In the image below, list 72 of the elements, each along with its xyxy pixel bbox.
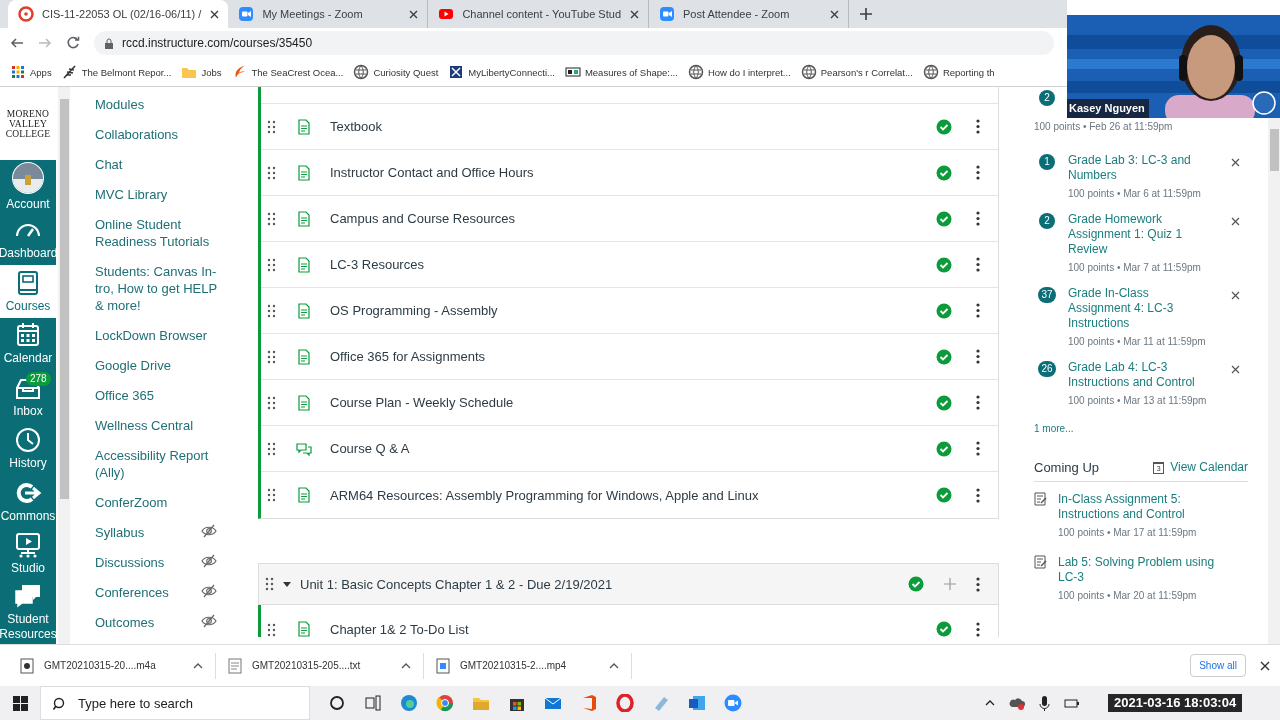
- count-badge: 278: [26, 371, 51, 386]
- bookmark[interactable]: MyLibertyConnecti...: [448, 64, 555, 80]
- course-nav-link[interactable]: Students: Canvas In-tro, How to get HELP & more!: [95, 263, 217, 314]
- module-item-title[interactable]: ARM64 Resources: Assembly Programming for Windows, Apple and Linux: [330, 487, 936, 503]
- course-nav-link[interactable]: Office 365: [95, 387, 217, 404]
- course-nav-link[interactable]: Collaborations: [95, 126, 217, 143]
- course-nav-link[interactable]: Conferences: [95, 584, 197, 601]
- college-logo: MORENO VALLEY COLLEGE: [0, 87, 56, 161]
- bookmark[interactable]: Curiosity Quest: [353, 64, 439, 80]
- module-item-title[interactable]: Instructor Contact and Office Hours: [330, 165, 936, 180]
- bookmark[interactable]: The SeaCrest Ocea...: [231, 64, 344, 80]
- todo-link[interactable]: Grade In-Class Assignment 4: LC-3 Instructions: [1068, 286, 1213, 331]
- course-nav-link[interactable]: Modules: [95, 96, 217, 113]
- bookmark[interactable]: Jobs: [181, 64, 222, 80]
- assignment-link[interactable]: Lab 5: Solving Problem using LC-3: [1058, 555, 1233, 585]
- browser-tab[interactable]: CIS-11-22053 OL (02/16-06/11) /: [8, 0, 229, 28]
- todo-meta: 100 points • Mar 13 at 11:59pm: [1068, 394, 1208, 407]
- section-heading: Coming Up: [1034, 460, 1100, 475]
- todo-link[interactable]: Grade Lab 3: LC-3 and Numbers: [1068, 153, 1213, 183]
- todo-link[interactable]: Grade Homework Assignment 1: Quiz 1 Review: [1068, 212, 1213, 257]
- participant-name: Kasey Nguyen: [1067, 99, 1149, 118]
- count-badge: 2: [1039, 213, 1055, 229]
- course-nav-link[interactable]: Google Drive: [95, 357, 217, 374]
- todo-meta: 100 points • Mar 11 at 11:59pm: [1068, 335, 1207, 348]
- assignment-link[interactable]: In-Class Assignment 5: Instructions and Control: [1058, 492, 1233, 522]
- recording-timestamp: 2021-03-16 18:03:04: [1108, 694, 1243, 712]
- download-item[interactable]: GMT20210315-2....mp4: [460, 660, 599, 671]
- course-nav-link[interactable]: Online Student Readiness Tutorials: [95, 216, 217, 250]
- course-nav-link[interactable]: Outcomes: [95, 614, 197, 631]
- todo-link[interactable]: Grade Lab 4: LC-3 Instructions and Control: [1068, 360, 1213, 390]
- download-item[interactable]: GMT20210315-20....m4a: [44, 660, 183, 671]
- todo-meta: 100 points • Mar 7 at 11:59pm: [1068, 261, 1202, 274]
- assignment-meta: 100 points • Mar 17 at 11:59pm: [1058, 526, 1198, 539]
- count-badge: 1: [1039, 154, 1055, 170]
- module-item-title[interactable]: Campus and Course Resources: [330, 211, 936, 226]
- module-item-title[interactable]: Course Plan - Weekly Schedule: [330, 395, 936, 410]
- course-nav-link[interactable]: Chat: [95, 156, 217, 173]
- search-field[interactable]: Type here to search: [40, 686, 310, 720]
- search-input[interactable]: Type here to search: [76, 694, 280, 712]
- download-item[interactable]: GMT20210315-205....txt: [252, 660, 391, 671]
- browser-tab[interactable]: My Meetings - Zoom: [228, 0, 429, 28]
- module-item-title[interactable]: OS Programming - Assembly: [330, 303, 936, 318]
- todo-meta: 100 points • Mar 6 at 11:59pm: [1068, 187, 1202, 200]
- module-item-title[interactable]: Textbook: [330, 119, 936, 134]
- module-item-title[interactable]: Chapter 1& 2 To-Do List: [330, 622, 936, 637]
- course-nav-link[interactable]: ConferZoom: [95, 494, 217, 511]
- count-badge: 26: [1038, 361, 1056, 377]
- browser-tab[interactable]: Post Attendee - Zoom: [649, 0, 849, 28]
- todo-meta: 100 points • Feb 26 at 11:59pm: [1034, 120, 1174, 133]
- bookmark[interactable]: The Belmont Repor...: [61, 64, 172, 80]
- browser-tab[interactable]: Channel content - YouTube Stud: [428, 0, 649, 28]
- nav-item[interactable]: Courses: [0, 265, 56, 318]
- show-all-button[interactable]: Show all: [1190, 654, 1246, 677]
- module-item-title[interactable]: Course Q & A: [330, 441, 936, 456]
- module-item-title[interactable]: Office 365 for Assignments: [330, 349, 936, 364]
- bookmark[interactable]: Pearson's r Correlat...: [800, 64, 913, 80]
- course-nav-link[interactable]: Discussions: [95, 554, 197, 571]
- bookmark[interactable]: Apps: [10, 64, 52, 80]
- assignment-meta: 100 points • Mar 20 at 11:59pm: [1058, 589, 1198, 602]
- course-nav-link[interactable]: Syllabus: [95, 524, 197, 541]
- bookmark[interactable]: Reporting th: [922, 64, 995, 80]
- course-nav-link[interactable]: Accessibility Report (Ally): [95, 447, 217, 481]
- course-nav-link[interactable]: Wellness Central: [95, 417, 217, 434]
- address-field[interactable]: rccd.instructure.com/courses/35450: [122, 36, 313, 50]
- count-badge: 2: [1039, 90, 1055, 106]
- count-badge: 37: [1038, 287, 1056, 303]
- bookmark[interactable]: How do I interpret...: [687, 64, 791, 80]
- module-item-title[interactable]: LC-3 Resources: [330, 257, 936, 272]
- course-nav-link[interactable]: MVC Library: [95, 186, 217, 203]
- more-link[interactable]: 1 more...: [1034, 421, 1248, 436]
- course-nav-link[interactable]: LockDown Browser: [95, 327, 217, 344]
- bookmark[interactable]: Measures of Shape:...: [564, 64, 678, 80]
